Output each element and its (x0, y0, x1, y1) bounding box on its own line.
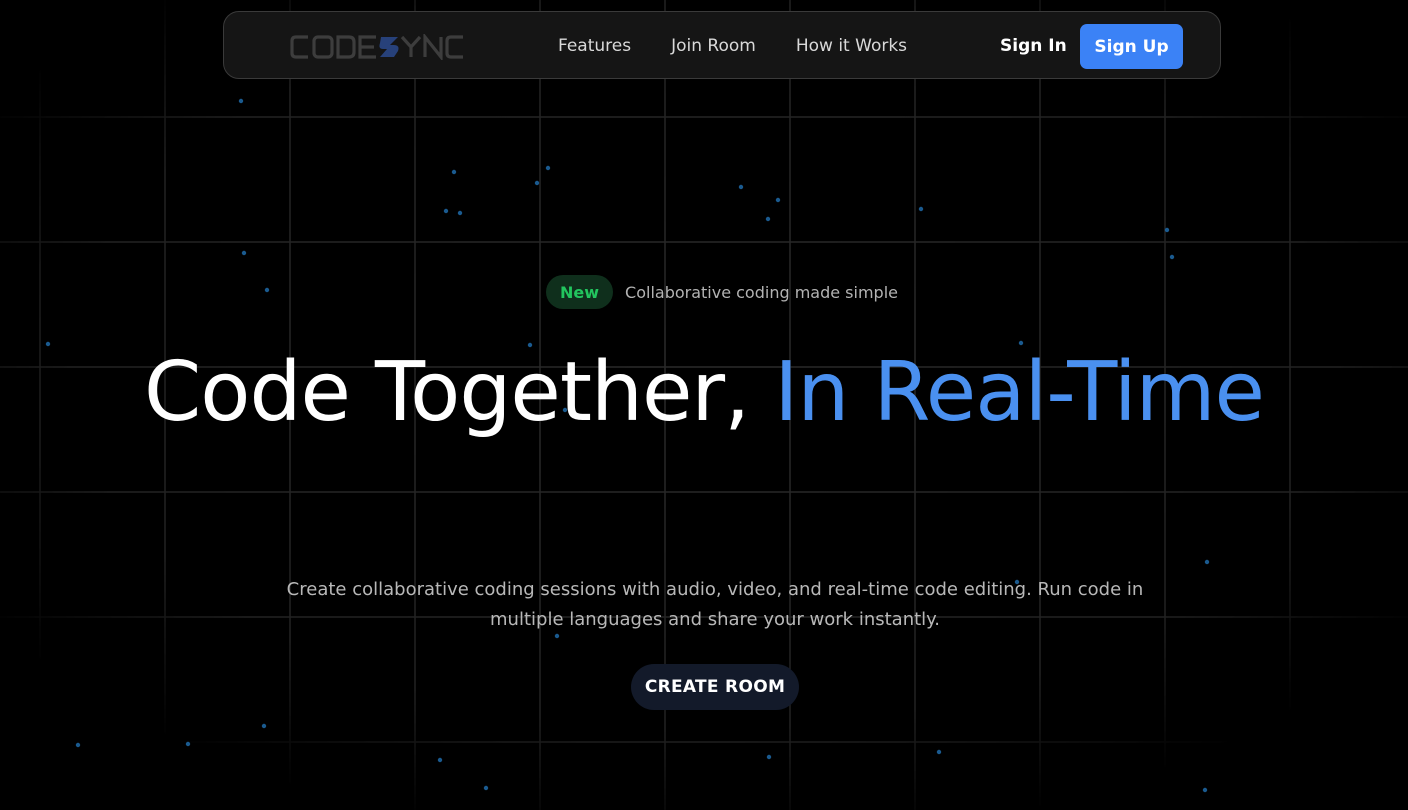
particle-dot (765, 216, 771, 222)
logo-wordmark (290, 32, 463, 62)
create-room-button[interactable]: CREATE ROOM (631, 664, 799, 710)
sign-up-button[interactable]: Sign Up (1080, 24, 1183, 69)
particle-dot (75, 742, 81, 748)
nav-link-features[interactable]: Features (558, 36, 631, 56)
particle-dot (545, 165, 551, 171)
badge-tagline: Collaborative coding made simple (625, 282, 898, 302)
sign-in-link[interactable]: Sign In (1000, 12, 1067, 80)
nav-link-join-room[interactable]: Join Room (671, 36, 756, 56)
particle-dot (261, 723, 267, 729)
headline-part-white: Code Together, (144, 345, 775, 440)
particle-dot (534, 180, 540, 186)
codesync-logo[interactable] (290, 32, 465, 64)
new-badge: New (546, 275, 614, 309)
particle-dot (1202, 787, 1208, 793)
particle-dot (241, 250, 247, 256)
particle-dot (1204, 559, 1210, 565)
hero-headline: Code Together, In Real-Time (0, 338, 1408, 448)
landing-page: Features Join Room How it Works Sign In … (0, 0, 1408, 810)
top-navbar: Features Join Room How it Works Sign In … (223, 11, 1221, 79)
particle-dot (738, 184, 744, 190)
announcement-badge-row: New Collaborative coding made simple (546, 275, 898, 309)
particle-dot (1169, 254, 1175, 260)
particle-dot (238, 98, 244, 104)
particle-dot (936, 749, 942, 755)
particle-dot (185, 741, 191, 747)
nav-links: Features Join Room How it Works (558, 12, 907, 80)
hero-subtitle: Create collaborative coding sessions wit… (286, 579, 1144, 630)
particle-dot (264, 287, 270, 293)
particle-dot (918, 206, 924, 212)
particle-dot (451, 169, 457, 175)
particle-dot (775, 197, 781, 203)
particle-dot (766, 754, 772, 760)
particle-dot (437, 757, 443, 763)
nav-link-how-it-works[interactable]: How it Works (796, 36, 907, 56)
particle-dot (483, 785, 489, 791)
particle-dot (443, 208, 449, 214)
particle-dot (457, 210, 463, 216)
headline-part-blue: In Real-Time (774, 345, 1265, 440)
particle-dot (1164, 227, 1170, 233)
